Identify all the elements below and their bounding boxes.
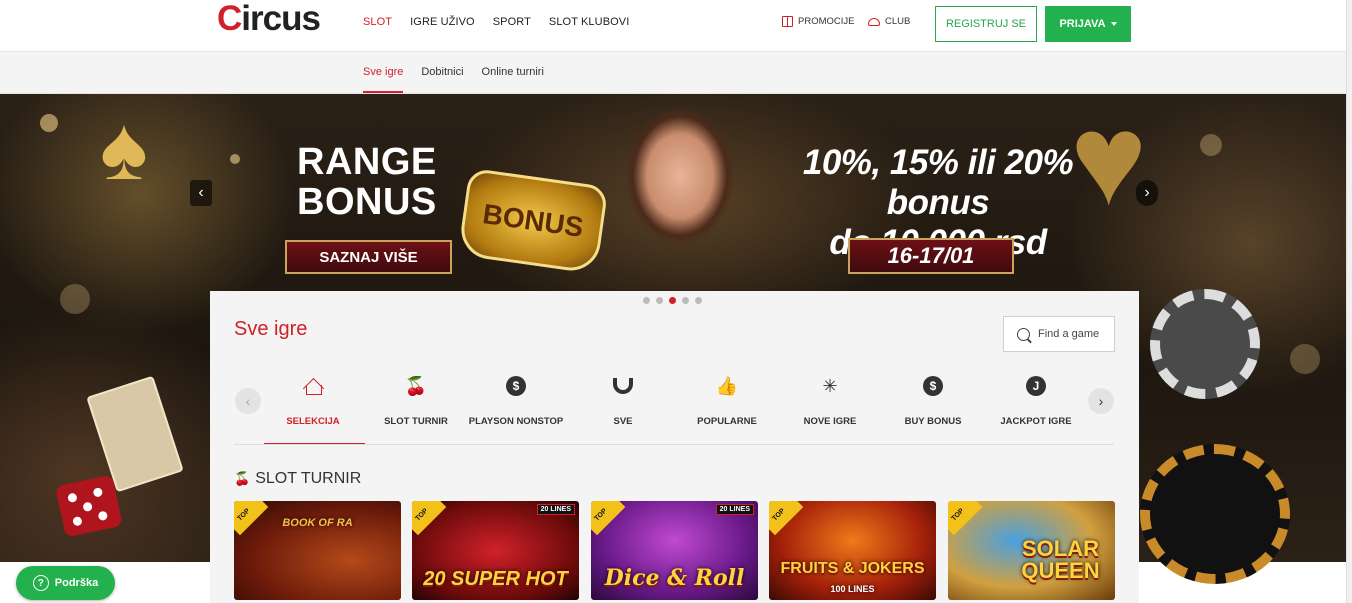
subnav-online-turniri[interactable]: Online turniri [482,66,544,78]
cherries-icon: 🍒 [404,375,428,396]
game-title: BOOK OF RA [282,517,353,529]
game-tile-dice-roll[interactable]: TOP 20 LINES Dice & Roll [591,501,758,600]
banner-headline: RANGE BONUS [297,141,437,223]
pagination-dot[interactable] [643,297,650,304]
magnet-icon [611,374,635,398]
game-title: Dice & Roll [604,565,745,591]
jackpot-coin-icon: J [1024,374,1048,398]
support-label: Podrška [54,577,99,589]
club-label: CLUB [885,16,911,27]
dice-decoration [55,474,123,538]
slot-turnir-heading: 🍒 SLOT TURNIR [234,470,362,487]
pagination-dot[interactable] [682,297,689,304]
tab-selekcija[interactable]: SELEKCIJA [261,368,365,445]
tab-jackpot-igre[interactable]: J JACKPOT IGRE [984,368,1088,444]
club-link[interactable]: CLUB [868,16,910,27]
lines-badge: 20 LINES [536,504,575,515]
promocije-link[interactable]: PROMOCIJE [782,16,854,27]
tab-popularne[interactable]: 👍 POPULARNE [675,368,779,444]
dollar-coin-icon: $ [921,374,945,398]
nav-slot[interactable]: SLOT [363,16,392,28]
spade-decoration: ♠ [100,99,148,199]
lines-badge: 20 LINES [715,504,754,515]
caret-down-icon [1110,22,1117,26]
game-title: SOLAR QUEEN [1021,536,1100,583]
nav-slot-klubovi[interactable]: SLOT KLUBOVI [549,16,629,28]
search-icon [1017,327,1030,341]
nav-sport[interactable]: SPORT [493,16,531,28]
support-button[interactable]: ? Podrška [16,566,115,600]
category-divider [234,444,1114,445]
banner-model-image [612,106,752,292]
subnav-sve-igre[interactable]: Sve igre [363,66,404,93]
tab-nove-igre[interactable]: ✳ NOVE IGRE [778,368,882,444]
game-tile-solar-queen[interactable]: TOP SOLAR QUEEN [948,501,1115,600]
circus-logo[interactable]: Circus [217,1,321,36]
category-tabs: SELEKCIJA 🍒 SLOT TURNIR $ PLAYSON NONSTO… [258,368,1088,445]
tab-playson-nonstop[interactable]: $ PLAYSON NONSTOP [464,368,568,444]
top-badge: TOP [769,501,804,536]
banner-date: 16-17/01 [848,238,1014,274]
promocije-label: PROMOCIJE [798,16,855,27]
banner-next-arrow[interactable]: › [1136,180,1158,206]
subnav-dobitnici[interactable]: Dobitnici [421,66,463,78]
saznaj-vise-button[interactable]: SAZNAJ VIŠE [285,240,452,274]
game-title: 20 SUPER HOT [423,568,568,590]
sub-nav-bar: Sve igre Dobitnici Online turniri [0,52,1352,94]
game-tile-book-of-ra[interactable]: TOP BOOK OF RA [234,501,401,600]
sparkle-icon: ✳ [822,375,838,396]
nav-igre-uzivo[interactable]: IGRE UŽIVO [410,16,475,28]
thumbs-up-icon: 👍 [715,375,739,396]
game-title: FRUITS & JOKERS [780,560,925,577]
poker-chip-decoration-2 [1140,444,1290,584]
cherries-icon: 🍒 [234,471,251,486]
question-icon: ? [32,575,49,591]
poker-chip-decoration [1150,289,1260,399]
tab-slot-turnir[interactable]: 🍒 SLOT TURNIR [364,368,468,444]
login-button[interactable]: PRIJAVA [1045,6,1131,42]
pagination-dot-active[interactable] [669,297,676,304]
tab-sve[interactable]: SVE [571,368,675,444]
top-badge: TOP [412,501,447,536]
page-scrollbar[interactable] [1346,0,1352,603]
banner-prev-arrow[interactable]: ‹ [190,180,212,206]
main-nav: SLOT IGRE UŽIVO SPORT SLOT KLUBOVI [363,16,647,28]
game-subtitle: 100 LINES [830,584,875,594]
top-badge: TOP [948,501,983,536]
club-icon [868,17,880,26]
banner-pagination [643,297,702,304]
top-header: Circus SLOT IGRE UŽIVO SPORT SLOT KLUBOV… [0,0,1352,52]
game-tile-fruits-jokers[interactable]: TOP FRUITS & JOKERS 100 LINES [769,501,936,600]
pagination-dot[interactable] [656,297,663,304]
search-input[interactable]: Find a game [1003,316,1115,352]
pagination-dot[interactable] [695,297,702,304]
section-title: Sve igre [234,318,308,340]
top-badge: TOP [591,501,626,536]
login-label: PRIJAVA [1059,18,1106,30]
category-next-button[interactable]: › [1088,388,1114,414]
register-button[interactable]: REGISTRUJ SE [935,6,1037,42]
gift-icon [782,16,793,27]
dollar-coin-icon: $ [504,374,528,398]
search-placeholder: Find a game [1038,328,1100,340]
game-tile-20-super-hot[interactable]: TOP 20 LINES 20 SUPER HOT [412,501,579,600]
home-icon [301,374,325,398]
tab-buy-bonus[interactable]: $ BUY BONUS [881,368,985,444]
sub-nav: Sve igre Dobitnici Online turniri [363,66,562,93]
playing-card-decoration [86,375,184,493]
